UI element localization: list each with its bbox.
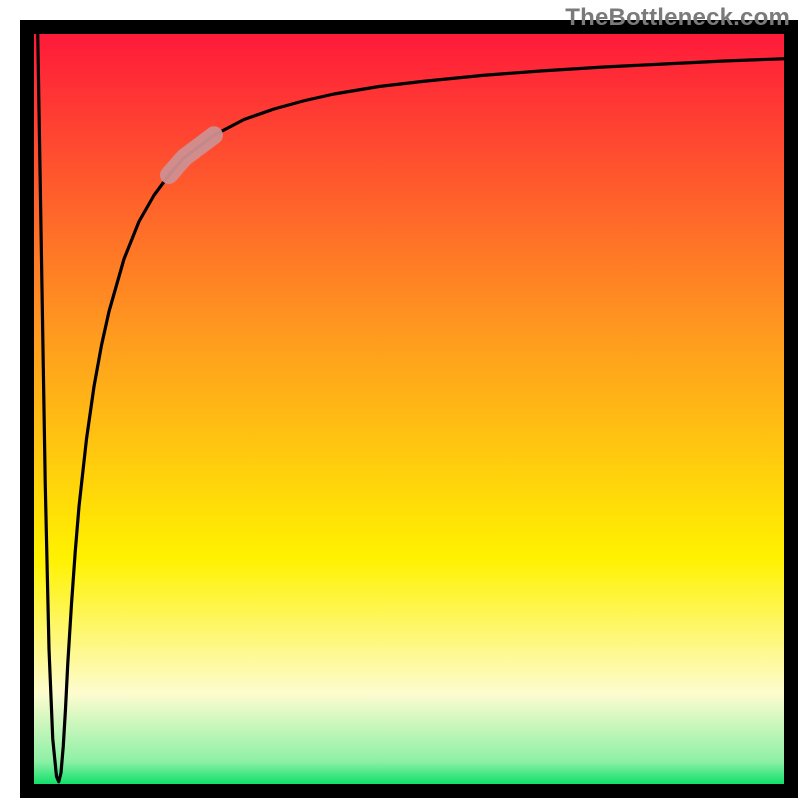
watermark-text: TheBottleneck.com (565, 4, 790, 32)
bottleneck-chart (0, 0, 800, 800)
plot-background (34, 34, 784, 784)
chart-stage: TheBottleneck.com (0, 0, 800, 800)
